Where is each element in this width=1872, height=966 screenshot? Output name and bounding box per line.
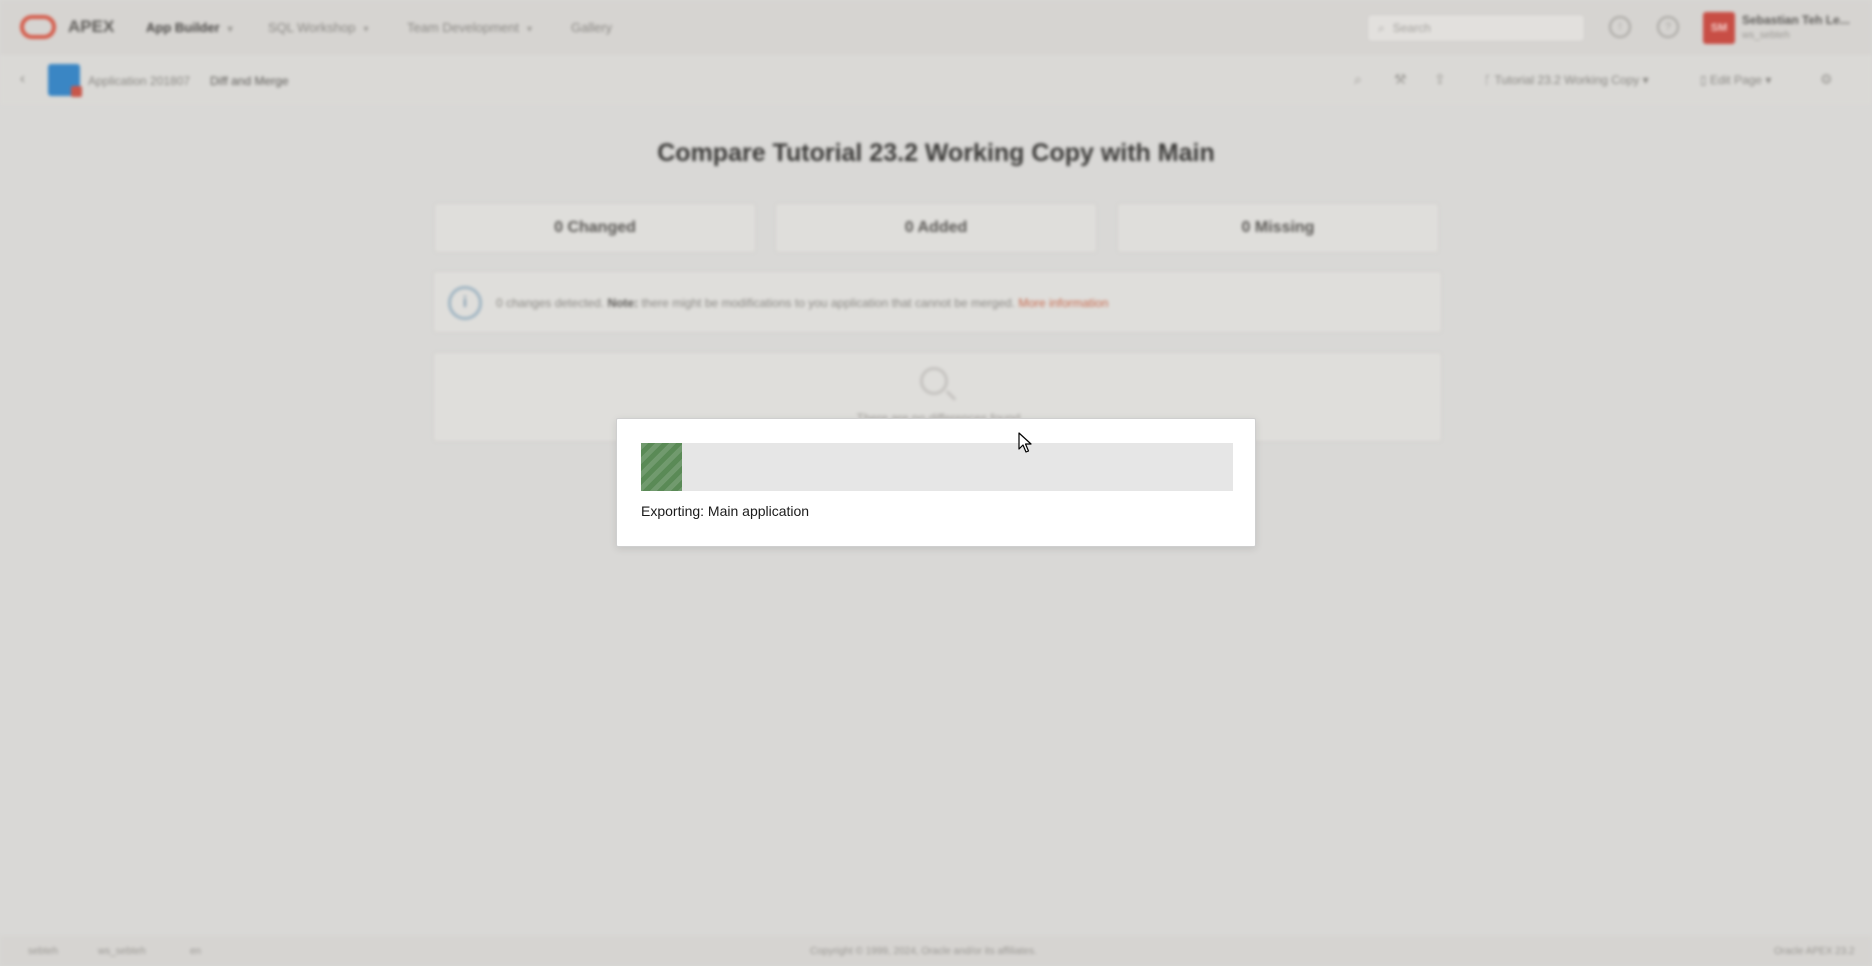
nav-gallery[interactable]: Gallery	[571, 20, 612, 35]
back-arrow-icon[interactable]: ‹	[20, 70, 25, 87]
footer-language[interactable]: en	[190, 946, 201, 957]
chevron-down-icon: ▾	[527, 24, 533, 35]
footer-copyright: Copyright © 1999, 2024, Oracle and/or it…	[810, 946, 1037, 957]
nav-app-builder[interactable]: App Builder ▾	[146, 20, 233, 35]
developer-tools-icon[interactable]: ⚒	[1394, 71, 1407, 88]
magnifier-icon	[920, 367, 948, 395]
mouse-cursor-icon	[1018, 432, 1032, 453]
nav-team-development[interactable]: Team Development ▾	[407, 20, 532, 35]
footer-version: Oracle APEX 23.2	[1774, 946, 1855, 957]
top-navigation-bar: APEX App Builder ▾ SQL Workshop ▾ Team Dev…	[0, 0, 1872, 55]
breadcrumb-application[interactable]: Application 201807	[88, 74, 190, 88]
nav-sql-workshop[interactable]: SQL Workshop ▾	[268, 20, 368, 35]
working-copy-badge-icon	[71, 86, 82, 97]
oracle-logo-icon[interactable]	[20, 15, 56, 39]
footer-user[interactable]: sebteh	[28, 946, 58, 957]
share-icon[interactable]: ⇪	[1434, 71, 1446, 88]
chevron-down-icon: ▾	[227, 24, 233, 35]
stat-added[interactable]: 0 Added	[775, 203, 1097, 253]
chevron-down-icon: ▾	[363, 24, 369, 35]
stat-missing[interactable]: 0 Missing	[1117, 203, 1439, 253]
working-copy-select[interactable]: ᚴ Tutorial 23.2 Working Copy ▾	[1484, 73, 1649, 87]
branch-icon: ᚴ	[1484, 73, 1495, 87]
progress-bar	[641, 443, 1233, 491]
user-name[interactable]: Sebastian Teh Le...	[1742, 13, 1850, 27]
avatar[interactable]: SM	[1703, 12, 1735, 44]
search-icon: ⌕	[1378, 20, 1385, 35]
brand-label[interactable]: APEX	[68, 17, 114, 37]
footer-workspace[interactable]: ws_sebteh	[98, 946, 146, 957]
edit-page-button[interactable]: ▯ Edit Page ▾	[1700, 73, 1771, 87]
info-message: 0 changes detected. Note: there might be…	[496, 296, 1109, 310]
info-icon: i	[448, 286, 482, 320]
search-page-icon[interactable]: ⌕	[1354, 71, 1362, 88]
help-icon[interactable]: ?	[1657, 16, 1679, 38]
footer: sebteh ws_sebteh en Copyright © 1999, 20…	[0, 936, 1872, 966]
search-input[interactable]: ⌕ Search	[1367, 14, 1585, 42]
progress-bar-fill	[641, 443, 683, 491]
progress-status-text: Exporting: Main application	[641, 503, 810, 519]
user-workspace: ws_sebteh	[1742, 30, 1790, 41]
info-alert: i 0 changes detected. Note: there might …	[433, 271, 1442, 333]
stat-changed[interactable]: 0 Changed	[434, 203, 756, 253]
settings-icon[interactable]: ⚙	[1820, 71, 1833, 88]
export-progress-dialog: Exporting: Main application	[616, 418, 1256, 547]
more-information-link[interactable]: More information	[1018, 296, 1108, 310]
page-icon: ▯	[1700, 73, 1710, 87]
bell-icon[interactable]: !	[1609, 16, 1631, 38]
page-title: Compare Tutorial 23.2 Working Copy with …	[657, 139, 1215, 167]
breadcrumb-current: Diff and Merge	[210, 74, 289, 88]
